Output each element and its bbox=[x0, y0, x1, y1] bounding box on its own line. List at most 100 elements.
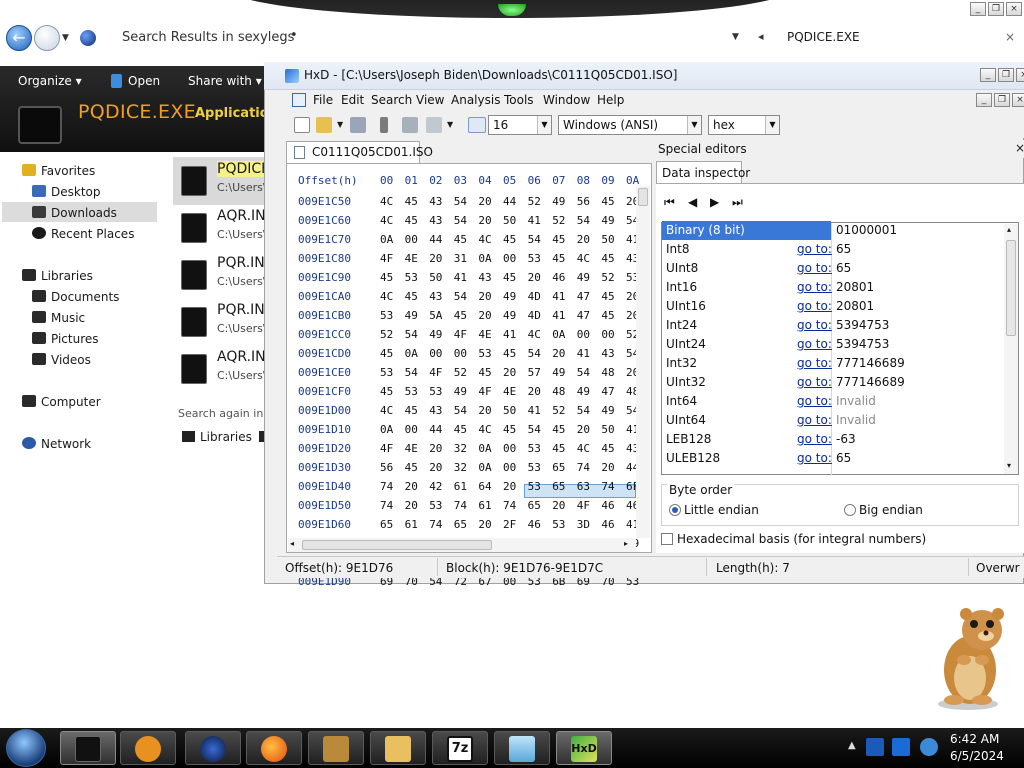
print-icon[interactable] bbox=[402, 117, 418, 133]
hex-byte[interactable]: 45 bbox=[601, 252, 614, 265]
nav-item-pictures[interactable]: Pictures bbox=[51, 332, 99, 346]
hex-byte[interactable]: 54 bbox=[454, 214, 467, 227]
hex-byte[interactable]: 54 bbox=[405, 328, 418, 341]
menu-tools[interactable]: Tools bbox=[504, 93, 534, 107]
hex-byte[interactable]: 20 bbox=[478, 290, 491, 303]
hex-byte[interactable]: 52 bbox=[601, 271, 614, 284]
hex-byte[interactable]: 45 bbox=[405, 461, 418, 474]
bytes-per-row-select[interactable]: 16 ▼ bbox=[488, 115, 552, 135]
inspector-scroll-thumb[interactable] bbox=[1006, 240, 1016, 336]
hex-byte[interactable]: 4F bbox=[380, 442, 393, 455]
hex-byte[interactable]: 53 bbox=[429, 385, 442, 398]
menu-file[interactable]: File bbox=[313, 93, 333, 107]
network-tray-icon[interactable] bbox=[892, 738, 910, 756]
save-icon[interactable] bbox=[350, 117, 366, 133]
address-bar[interactable]: Search Results in sexylegs bbox=[122, 30, 294, 45]
hex-byte[interactable]: 32 bbox=[454, 442, 467, 455]
history-dropdown-icon[interactable]: ▼ bbox=[62, 33, 69, 43]
hex-byte[interactable]: 45 bbox=[454, 233, 467, 246]
hex-byte[interactable]: 31 bbox=[454, 252, 467, 265]
big-endian-radio[interactable] bbox=[844, 504, 856, 516]
goto-link[interactable]: go to: bbox=[797, 375, 832, 389]
table-row[interactable]: 009E1D40 74 20 42 61 64 20 53 65 63 74 6F bbox=[298, 480, 639, 499]
hex-byte[interactable]: 20 bbox=[429, 442, 442, 455]
inspector-value[interactable]: Invalid bbox=[836, 413, 876, 427]
close-icon[interactable]: × bbox=[1016, 68, 1024, 82]
hex-byte[interactable]: 4E bbox=[503, 385, 516, 398]
table-row[interactable]: 009E1CB0 53 49 5A 45 20 49 4D 41 47 45 20 bbox=[298, 309, 639, 328]
goto-link[interactable]: go to: bbox=[797, 261, 832, 275]
hex-byte[interactable]: 41 bbox=[528, 214, 541, 227]
hex-byte[interactable]: 61 bbox=[454, 480, 467, 493]
hex-byte[interactable]: 50 bbox=[429, 271, 442, 284]
go-arrow-icon[interactable]: ◂ bbox=[758, 30, 764, 43]
inspector-row[interactable]: Int32 go to: 777146689 bbox=[662, 354, 1004, 373]
minimize-icon[interactable]: _ bbox=[976, 93, 992, 107]
hex-byte[interactable]: 20 bbox=[552, 499, 565, 512]
properties-icon[interactable] bbox=[426, 117, 442, 133]
hex-byte[interactable]: 20 bbox=[478, 518, 491, 531]
hex-byte[interactable]: 0A bbox=[552, 328, 565, 341]
first-icon[interactable]: ⏮ bbox=[664, 195, 675, 210]
hex-byte[interactable]: 61 bbox=[405, 518, 418, 531]
hex-byte[interactable]: 46 bbox=[528, 518, 541, 531]
hex-byte[interactable]: 54 bbox=[528, 233, 541, 246]
hex-byte[interactable]: 45 bbox=[405, 214, 418, 227]
hex-byte[interactable]: 49 bbox=[454, 385, 467, 398]
hex-byte[interactable]: 49 bbox=[601, 214, 614, 227]
hex-byte[interactable]: 74 bbox=[380, 480, 393, 493]
hex-byte[interactable]: 74 bbox=[454, 499, 467, 512]
taskbar-app-7zip[interactable]: 7z bbox=[432, 731, 488, 765]
clock-time[interactable]: 6:42 AM bbox=[950, 732, 999, 746]
hex-byte[interactable]: 49 bbox=[503, 309, 516, 322]
table-row[interactable]: 009E1CD0 45 0A 00 00 53 45 54 20 41 43 54 bbox=[298, 347, 639, 366]
inspector-value[interactable]: 01000001 bbox=[836, 223, 897, 237]
hex-byte[interactable]: 53 bbox=[528, 442, 541, 455]
hex-byte[interactable]: 50 bbox=[503, 214, 516, 227]
taskbar-app-globe[interactable] bbox=[185, 731, 241, 765]
scroll-down-icon[interactable]: ▾ bbox=[1007, 461, 1011, 470]
list-item[interactable]: AQR.IN C:\Users\ bbox=[175, 206, 270, 250]
hex-byte[interactable]: 43 bbox=[601, 347, 614, 360]
hex-byte[interactable]: 45 bbox=[503, 347, 516, 360]
hex-byte[interactable]: 4F bbox=[577, 499, 590, 512]
nav-item-music[interactable]: Music bbox=[51, 311, 85, 325]
hex-byte[interactable]: 50 bbox=[601, 423, 614, 436]
hex-byte[interactable]: 00 bbox=[503, 252, 516, 265]
display-mode-select[interactable]: hex ▼ bbox=[708, 115, 780, 135]
organize-button[interactable]: Organize ▾ bbox=[18, 74, 82, 88]
charset-select[interactable]: Windows (ANSI) ▼ bbox=[558, 115, 702, 135]
menu-window[interactable]: Window bbox=[543, 93, 590, 107]
hex-byte[interactable]: 20 bbox=[478, 404, 491, 417]
hex-byte[interactable]: 20 bbox=[405, 499, 418, 512]
hex-byte[interactable]: 44 bbox=[503, 195, 516, 208]
hex-byte[interactable]: 49 bbox=[552, 366, 565, 379]
hex-hscroll-thumb[interactable] bbox=[302, 540, 492, 550]
hex-byte[interactable]: 45 bbox=[503, 271, 516, 284]
scroll-left-icon[interactable]: ◂ bbox=[290, 539, 294, 548]
close-file-icon[interactable] bbox=[380, 117, 388, 133]
hex-byte[interactable]: 53 bbox=[528, 461, 541, 474]
hex-byte[interactable]: 49 bbox=[577, 271, 590, 284]
hex-byte[interactable]: 64 bbox=[478, 480, 491, 493]
hex-byte[interactable]: 20 bbox=[577, 233, 590, 246]
start-button[interactable] bbox=[6, 729, 46, 767]
hex-byte[interactable]: 43 bbox=[429, 290, 442, 303]
hex-byte[interactable]: 47 bbox=[577, 309, 590, 322]
inspector-value[interactable]: 20801 bbox=[836, 280, 874, 294]
hex-byte[interactable]: 52 bbox=[552, 404, 565, 417]
hex-byte[interactable]: 0A bbox=[478, 461, 491, 474]
hex-byte[interactable]: 53 bbox=[405, 271, 418, 284]
list-item[interactable]: AQR.IN C:\Users\ bbox=[175, 347, 270, 391]
hex-byte[interactable]: 49 bbox=[429, 328, 442, 341]
taskbar-app-explorer[interactable] bbox=[60, 731, 116, 765]
hex-byte[interactable]: 50 bbox=[601, 233, 614, 246]
hex-byte[interactable]: 45 bbox=[601, 195, 614, 208]
hex-byte[interactable]: 00 bbox=[454, 347, 467, 360]
table-row[interactable]: 009E1CA0 4C 45 43 54 20 49 4D 41 47 45 20 bbox=[298, 290, 639, 309]
hex-byte[interactable]: 65 bbox=[454, 518, 467, 531]
hex-byte[interactable]: 20 bbox=[552, 347, 565, 360]
hex-byte[interactable]: 4C bbox=[528, 328, 541, 341]
goto-link[interactable]: go to: bbox=[797, 337, 832, 351]
restore-icon[interactable]: ❐ bbox=[994, 93, 1010, 107]
